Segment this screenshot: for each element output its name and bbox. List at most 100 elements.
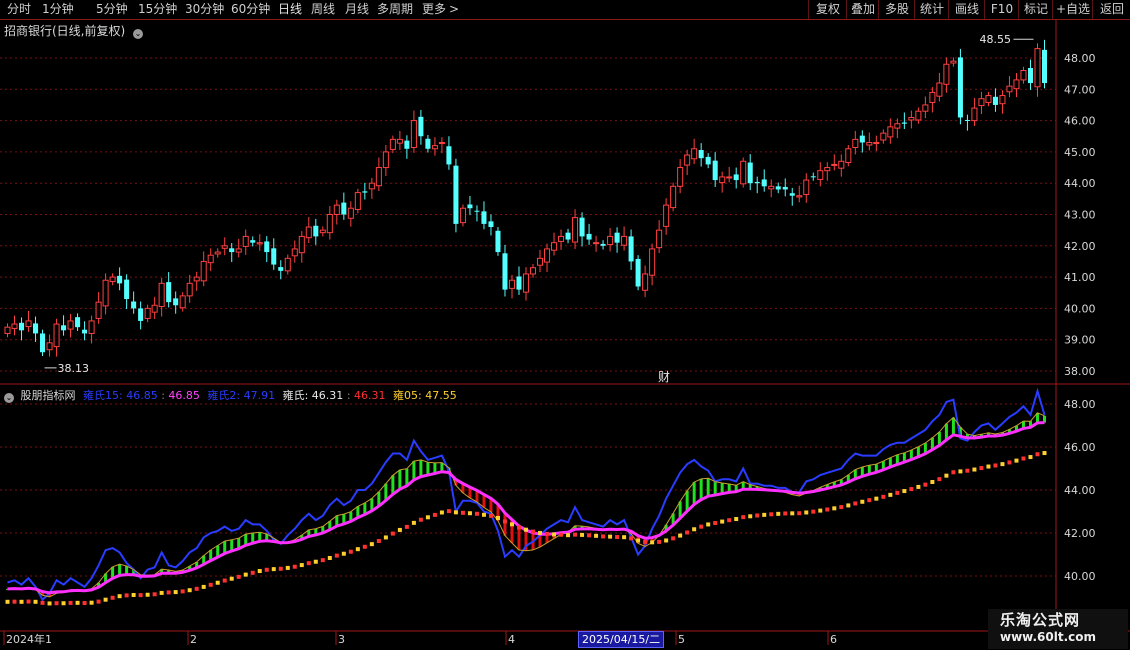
main-chart-title[interactable]: 招商银行(日线,前复权) ⌄	[4, 22, 146, 39]
indicator-dot	[958, 469, 963, 474]
candle-body	[53, 323, 60, 348]
candle-body	[810, 176, 816, 178]
candle-body	[943, 63, 950, 85]
candle-body	[347, 207, 354, 219]
chart-canvas[interactable]: 48.00 47.00 46.00 45.00 44.00 43.00 42.00 41.00…	[0, 0, 1130, 650]
candle-body	[803, 179, 810, 195]
candle-body	[495, 230, 501, 253]
indicator-dot	[474, 511, 479, 516]
candle-body	[698, 150, 704, 159]
candle-body	[649, 248, 656, 276]
indicator-dot	[657, 539, 662, 544]
main-chart-title-text: 招商银行(日线,前复权)	[4, 24, 126, 38]
candle-body	[747, 162, 753, 184]
indicator-dot	[944, 473, 949, 478]
candle-body	[256, 242, 263, 245]
indicator-dot	[895, 490, 900, 495]
indicator-dot	[222, 578, 227, 583]
price-tick-label: 43.00	[1064, 209, 1096, 222]
indicator-dot	[965, 468, 970, 473]
candle-body	[670, 185, 677, 209]
indicator-dot	[201, 584, 206, 589]
candle-body	[410, 120, 417, 149]
candle-body	[166, 282, 172, 303]
indicator-dot	[608, 534, 613, 539]
indicator-dot	[972, 467, 977, 472]
chevron-down-icon[interactable]: ⌄	[4, 393, 14, 403]
indicator-dot	[495, 515, 500, 520]
candle-body	[1041, 49, 1048, 84]
low-price-label: 38.13	[58, 362, 90, 375]
indicator-dot	[355, 547, 360, 552]
price-tick-label: 40.00	[1064, 302, 1096, 315]
candle-body	[558, 235, 565, 242]
indicator-bar	[692, 482, 696, 505]
candle-body	[474, 210, 480, 212]
indicator-title[interactable]: ⌄ 股朋指标网 雍氏15: 46.85 : 46.85 雍氏2: 47.91 雍…	[4, 387, 457, 403]
indicator-bar	[398, 469, 402, 490]
candle-body	[341, 202, 347, 215]
indicator-dot	[82, 601, 87, 606]
candle-body	[522, 273, 530, 293]
indicator-dot	[138, 593, 143, 598]
candle-body	[922, 104, 929, 112]
indicator-tick-label: 42.00	[1064, 527, 1096, 540]
candle-body	[656, 229, 663, 249]
indicator-dot	[979, 466, 984, 471]
candle-body	[425, 138, 431, 149]
candle-body	[1020, 70, 1027, 81]
indicator-dot	[622, 535, 627, 540]
candle-body	[985, 95, 992, 103]
indicator-dot	[986, 464, 991, 469]
indicator-dot	[306, 561, 311, 566]
candle-body	[789, 193, 795, 196]
indicator-dot	[124, 593, 129, 598]
indicator-dot	[545, 531, 550, 536]
candle-body	[1006, 85, 1013, 93]
price-tick-label: 47.00	[1064, 83, 1096, 96]
chevron-down-icon[interactable]: ⌄	[133, 29, 144, 39]
candle-body	[691, 148, 698, 160]
candle-body	[67, 320, 74, 330]
indicator-bar	[951, 417, 955, 435]
candle-body	[565, 232, 571, 240]
price-tick-label: 41.00	[1064, 271, 1096, 284]
candle-body	[915, 110, 922, 121]
indicator-dot	[131, 592, 136, 597]
candle-body	[11, 323, 18, 329]
candle-body	[291, 248, 298, 257]
candle-body	[516, 276, 522, 290]
candle-body	[18, 322, 25, 331]
candle-body	[551, 242, 558, 251]
candle-body	[628, 236, 634, 262]
candle-body	[705, 156, 711, 165]
candle-body	[284, 257, 291, 272]
candle-body	[375, 167, 382, 187]
candle-body	[866, 142, 873, 146]
indicator-value: 雍氏15: 46.85	[83, 389, 158, 402]
indicator-dot	[453, 510, 458, 515]
indicator-dot	[587, 533, 592, 538]
candle-body	[873, 142, 880, 145]
candle-body	[173, 298, 179, 306]
candle-body	[431, 145, 438, 150]
candle-body	[33, 323, 39, 334]
indicator-dot	[467, 511, 472, 516]
indicator-dot	[937, 477, 942, 482]
candle-body	[908, 116, 915, 121]
indicator-dot	[516, 525, 521, 530]
indicator-dot	[418, 517, 423, 522]
indicator-dot	[881, 494, 886, 499]
indicator-dot	[327, 555, 332, 560]
time-axis-label: 5	[678, 633, 685, 646]
candle-body	[894, 123, 901, 129]
selected-date-label: 2025/04/15/二	[578, 631, 665, 648]
candle-body	[319, 229, 326, 234]
candle-body	[271, 248, 277, 265]
indicator-dot	[229, 576, 234, 581]
candle-body	[214, 251, 221, 255]
indicator-dot	[117, 594, 122, 599]
indicator-dot	[538, 530, 543, 535]
indicator-dot	[1035, 452, 1040, 457]
indicator-dot	[103, 597, 108, 602]
